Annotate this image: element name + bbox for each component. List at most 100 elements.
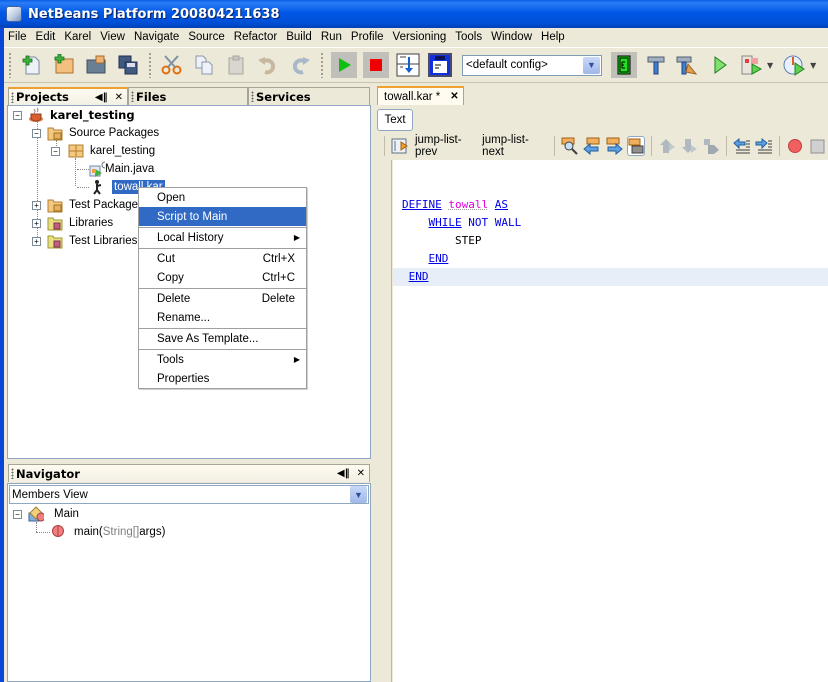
tab-navigator[interactable]: Navigator ◀‖ ✕ bbox=[8, 464, 370, 482]
menu-item-script-to-main[interactable]: Script to Main bbox=[139, 207, 306, 226]
shift-right-button[interactable] bbox=[755, 136, 773, 156]
menu-karel[interactable]: Karel bbox=[60, 31, 96, 43]
expand-icon[interactable]: + bbox=[32, 218, 41, 228]
menu-tools[interactable]: Tools bbox=[451, 31, 487, 43]
menu-item-open[interactable]: Open bbox=[139, 188, 306, 207]
menu-build[interactable]: Build bbox=[282, 31, 317, 43]
build-button[interactable] bbox=[643, 52, 669, 78]
code-editor[interactable]: DEFINE towall AS WHILE NOT WALL STEP END… bbox=[393, 160, 828, 682]
test-folder-icon bbox=[47, 199, 63, 213]
collapse-icon[interactable]: − bbox=[32, 128, 41, 138]
chevron-down-icon[interactable]: ▼ bbox=[583, 56, 600, 74]
copy-button[interactable] bbox=[191, 52, 217, 78]
close-icon[interactable]: ✕ bbox=[115, 92, 123, 103]
menu-help[interactable]: Help bbox=[537, 31, 570, 43]
menu-versioning[interactable]: Versioning bbox=[389, 31, 452, 43]
menu-item-properties[interactable]: Properties bbox=[139, 369, 306, 388]
jump-list-next-button[interactable]: jump-list-next bbox=[482, 134, 544, 158]
open-project-button[interactable] bbox=[83, 52, 109, 78]
menu-source[interactable]: Source bbox=[184, 31, 229, 43]
menu-item-delete[interactable]: Delete Delete bbox=[139, 289, 306, 308]
menu-window[interactable]: Window bbox=[487, 31, 537, 43]
stop-macro-recording-button[interactable] bbox=[808, 136, 826, 156]
debug-button[interactable] bbox=[739, 52, 765, 78]
shift-left-button[interactable] bbox=[733, 136, 751, 156]
paste-button[interactable] bbox=[223, 52, 249, 78]
close-icon[interactable]: ✕ bbox=[450, 91, 458, 102]
tab-projects[interactable]: Projects ◀‖ ✕ bbox=[8, 87, 128, 105]
config-select[interactable]: <default config> ▼ bbox=[462, 54, 602, 76]
expand-icon[interactable]: + bbox=[32, 200, 41, 210]
save-all-button[interactable] bbox=[115, 52, 141, 78]
tab-files[interactable]: Files bbox=[128, 87, 248, 105]
keyword-end: END bbox=[408, 270, 429, 283]
collapse-icon[interactable]: − bbox=[13, 509, 22, 519]
toolbar-separator bbox=[651, 136, 652, 156]
menu-profile[interactable]: Profile bbox=[347, 31, 389, 43]
navigator-node-main-method[interactable]: main(String[] args) bbox=[51, 523, 165, 541]
last-edit-button[interactable] bbox=[391, 136, 409, 156]
menu-item-local-history[interactable]: Local History ▶ bbox=[139, 228, 306, 247]
collapse-icon[interactable]: − bbox=[51, 146, 60, 156]
clean-build-icon bbox=[676, 56, 698, 75]
navigator-node-main-class[interactable]: − Main bbox=[13, 505, 79, 523]
cut-button[interactable] bbox=[159, 52, 185, 78]
new-file-button[interactable] bbox=[19, 52, 45, 78]
minimize-icon[interactable]: ◀‖ bbox=[337, 468, 350, 479]
expand-icon[interactable]: + bbox=[32, 236, 41, 246]
menu-view[interactable]: View bbox=[96, 31, 130, 43]
karel-book-button[interactable] bbox=[611, 52, 637, 78]
drag-grip-icon bbox=[11, 91, 14, 103]
toolbar-grip[interactable] bbox=[8, 52, 12, 78]
close-icon[interactable]: ✕ bbox=[357, 468, 365, 479]
tree-node-test-packages[interactable]: + Test Packages bbox=[32, 196, 144, 214]
menu-item-cut[interactable]: Cut Ctrl+X bbox=[139, 249, 306, 268]
tree-node-test-libraries[interactable]: + Test Libraries bbox=[32, 232, 137, 250]
tree-node-source-packages[interactable]: − Source Packages bbox=[32, 124, 159, 142]
collapse-icon[interactable]: − bbox=[13, 110, 22, 120]
toggle-bookmark-button[interactable] bbox=[702, 136, 720, 156]
start-macro-recording-button[interactable] bbox=[786, 136, 804, 156]
next-bookmark-button[interactable] bbox=[680, 136, 698, 156]
menu-navigate[interactable]: Navigate bbox=[130, 31, 184, 43]
members-view-select[interactable]: Members View ▼ bbox=[9, 485, 369, 504]
debug-dropdown-arrow[interactable]: ▼ bbox=[767, 61, 773, 70]
menu-refactor[interactable]: Refactor bbox=[230, 31, 282, 43]
find-next-button[interactable] bbox=[605, 136, 623, 156]
menu-run[interactable]: Run bbox=[317, 31, 347, 43]
undo-button[interactable] bbox=[255, 52, 281, 78]
editor-tab-towall[interactable]: towall.kar * ✕ bbox=[377, 86, 464, 105]
menu-item-save-as-template[interactable]: Save As Template... bbox=[139, 329, 306, 348]
menu-item-tools[interactable]: Tools ▶ bbox=[139, 350, 306, 369]
previous-bookmark-button[interactable] bbox=[658, 136, 676, 156]
profile-dropdown-arrow[interactable]: ▼ bbox=[810, 61, 816, 70]
stop-karel-button[interactable] bbox=[363, 52, 389, 78]
save-world-button[interactable] bbox=[427, 52, 453, 78]
tree-node-package[interactable]: − karel_testing bbox=[51, 142, 155, 160]
minimize-icon[interactable]: ◀‖ bbox=[95, 92, 108, 103]
step-karel-button[interactable] bbox=[395, 52, 421, 78]
new-project-button[interactable] bbox=[51, 52, 77, 78]
find-previous-button[interactable] bbox=[583, 136, 601, 156]
run-button[interactable] bbox=[707, 52, 733, 78]
run-karel-button[interactable] bbox=[331, 52, 357, 78]
profile-button[interactable] bbox=[782, 52, 808, 78]
find-selection-button[interactable] bbox=[561, 136, 579, 156]
clean-build-button[interactable] bbox=[675, 52, 701, 78]
toolbar-grip[interactable] bbox=[320, 52, 324, 78]
tree-node-libraries[interactable]: + Libraries bbox=[32, 214, 113, 232]
tab-services[interactable]: Services bbox=[248, 87, 370, 105]
redo-button[interactable] bbox=[287, 52, 313, 78]
toolbar-grip[interactable] bbox=[148, 52, 152, 78]
view-tab-text[interactable]: Text bbox=[377, 109, 413, 131]
menu-item-rename[interactable]: Rename... bbox=[139, 308, 306, 327]
chevron-down-icon[interactable]: ▼ bbox=[350, 486, 367, 503]
menu-file[interactable]: File bbox=[4, 31, 32, 43]
tree-node-main-java[interactable]: Main.java bbox=[89, 160, 154, 178]
toggle-highlight-search-button[interactable] bbox=[626, 136, 646, 156]
copy-icon bbox=[195, 55, 213, 75]
jump-list-prev-button[interactable]: jump-list-prev bbox=[415, 134, 477, 158]
menu-item-copy[interactable]: Copy Ctrl+C bbox=[139, 268, 306, 287]
menu-edit[interactable]: Edit bbox=[32, 31, 61, 43]
tree-node-project[interactable]: − karel_testing bbox=[13, 106, 135, 124]
